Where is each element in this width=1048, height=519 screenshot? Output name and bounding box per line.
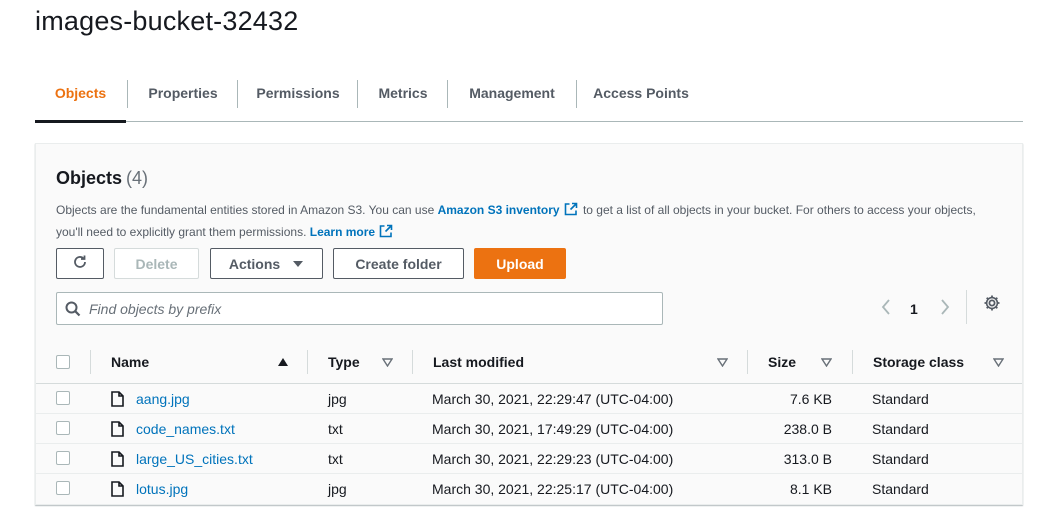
object-type: txt [328, 451, 343, 467]
create-folder-button[interactable]: Create folder [333, 248, 464, 279]
learn-more-link[interactable]: Learn more [310, 225, 375, 239]
object-type: jpg [328, 391, 347, 407]
object-size: 238.0 B [783, 421, 832, 437]
delete-button[interactable]: Delete [114, 248, 199, 279]
external-link-icon[interactable] [564, 202, 578, 222]
description-text: Objects are the fundamental entities sto… [56, 203, 438, 217]
sort-icon[interactable] [717, 340, 728, 384]
object-last-modified: March 30, 2021, 22:29:23 (UTC-04:00) [432, 451, 674, 467]
column-header-size[interactable]: Size [768, 340, 796, 384]
search-icon [65, 301, 81, 322]
object-storage-class: Standard [872, 481, 929, 497]
tab-objects[interactable]: Objects [35, 72, 126, 123]
object-size: 8.1 KB [789, 481, 832, 497]
sort-icon[interactable] [382, 340, 393, 384]
upload-button[interactable]: Upload [474, 248, 566, 279]
object-name-link[interactable]: lotus.jpg [136, 474, 188, 504]
file-icon [111, 451, 124, 470]
column-divider [307, 350, 308, 374]
object-storage-class: Standard [872, 391, 929, 407]
actions-label: Actions [228, 255, 281, 272]
objects-count: (4) [126, 168, 149, 188]
bucket-tabs: Objects Properties Permissions Metrics M… [35, 72, 1023, 123]
objects-description: Objects are the fundamental entities sto… [56, 200, 1006, 244]
file-icon [111, 391, 124, 410]
settings-button[interactable] [983, 294, 1001, 317]
column-header-type[interactable]: Type [328, 340, 360, 384]
object-name-link[interactable]: code_names.txt [136, 414, 235, 444]
table-header: Name Type Last modified Size Storage cla… [36, 340, 1022, 384]
column-divider [90, 350, 91, 374]
tab-access-points[interactable]: Access Points [577, 72, 705, 122]
object-size: 7.6 KB [789, 391, 832, 407]
column-header-last-modified[interactable]: Last modified [433, 340, 524, 384]
previous-page-button[interactable] [880, 294, 892, 324]
gear-icon [983, 295, 1001, 316]
next-page-button[interactable] [939, 294, 951, 324]
sort-icon[interactable] [821, 340, 832, 384]
object-last-modified: March 30, 2021, 22:25:17 (UTC-04:00) [432, 481, 674, 497]
object-last-modified: March 30, 2021, 17:49:29 (UTC-04:00) [432, 421, 674, 437]
object-size: 313.0 B [783, 451, 832, 467]
refresh-button[interactable] [56, 248, 104, 279]
search-input[interactable] [89, 293, 649, 324]
s3-inventory-link[interactable]: Amazon S3 inventory [438, 203, 560, 217]
file-icon [111, 421, 124, 440]
current-page-number[interactable]: 1 [910, 294, 918, 324]
bucket-title: images-bucket-32432 [35, 6, 299, 36]
tab-permissions[interactable]: Permissions [238, 72, 358, 122]
column-divider [852, 350, 853, 374]
object-last-modified: March 30, 2021, 22:29:47 (UTC-04:00) [432, 391, 674, 407]
file-icon [111, 481, 124, 500]
tab-management[interactable]: Management [448, 72, 576, 122]
objects-panel: Objects (4) Objects are the fundamental e… [35, 143, 1023, 505]
row-checkbox[interactable] [56, 481, 70, 495]
sort-icon[interactable] [993, 340, 1004, 384]
column-header-name[interactable]: Name [111, 340, 149, 384]
object-type: txt [328, 421, 343, 437]
sort-ascending-icon[interactable] [277, 340, 289, 384]
external-link-icon[interactable] [379, 224, 393, 244]
caret-down-icon [292, 260, 304, 268]
table-row: large_US_cities.txt txt March 30, 2021, … [36, 444, 1022, 474]
table-row: code_names.txt txt March 30, 2021, 17:49… [36, 414, 1022, 444]
column-divider [747, 350, 748, 374]
tab-properties[interactable]: Properties [128, 72, 238, 122]
table-row: aang.jpg jpg March 30, 2021, 22:29:47 (U… [36, 384, 1022, 414]
object-name-link[interactable]: aang.jpg [136, 384, 190, 414]
search-box [56, 292, 663, 325]
row-checkbox[interactable] [56, 451, 70, 465]
tab-metrics[interactable]: Metrics [358, 72, 448, 122]
object-storage-class: Standard [872, 421, 929, 437]
refresh-icon [71, 253, 89, 274]
object-name-link[interactable]: large_US_cities.txt [136, 444, 253, 474]
chevron-right-icon [939, 298, 951, 321]
column-divider [412, 350, 413, 374]
objects-title: Objects [56, 168, 123, 188]
row-checkbox[interactable] [56, 421, 70, 435]
pager-divider [966, 290, 967, 324]
select-all-checkbox[interactable] [56, 355, 70, 369]
actions-button[interactable]: Actions [210, 248, 323, 279]
object-storage-class: Standard [872, 451, 929, 467]
column-header-storage-class[interactable]: Storage class [873, 340, 964, 384]
objects-heading: Objects (4) [56, 168, 148, 189]
table-row: lotus.jpg jpg March 30, 2021, 22:25:17 (… [36, 474, 1022, 504]
row-checkbox[interactable] [56, 391, 70, 405]
chevron-left-icon [880, 298, 892, 321]
object-type: jpg [328, 481, 347, 497]
